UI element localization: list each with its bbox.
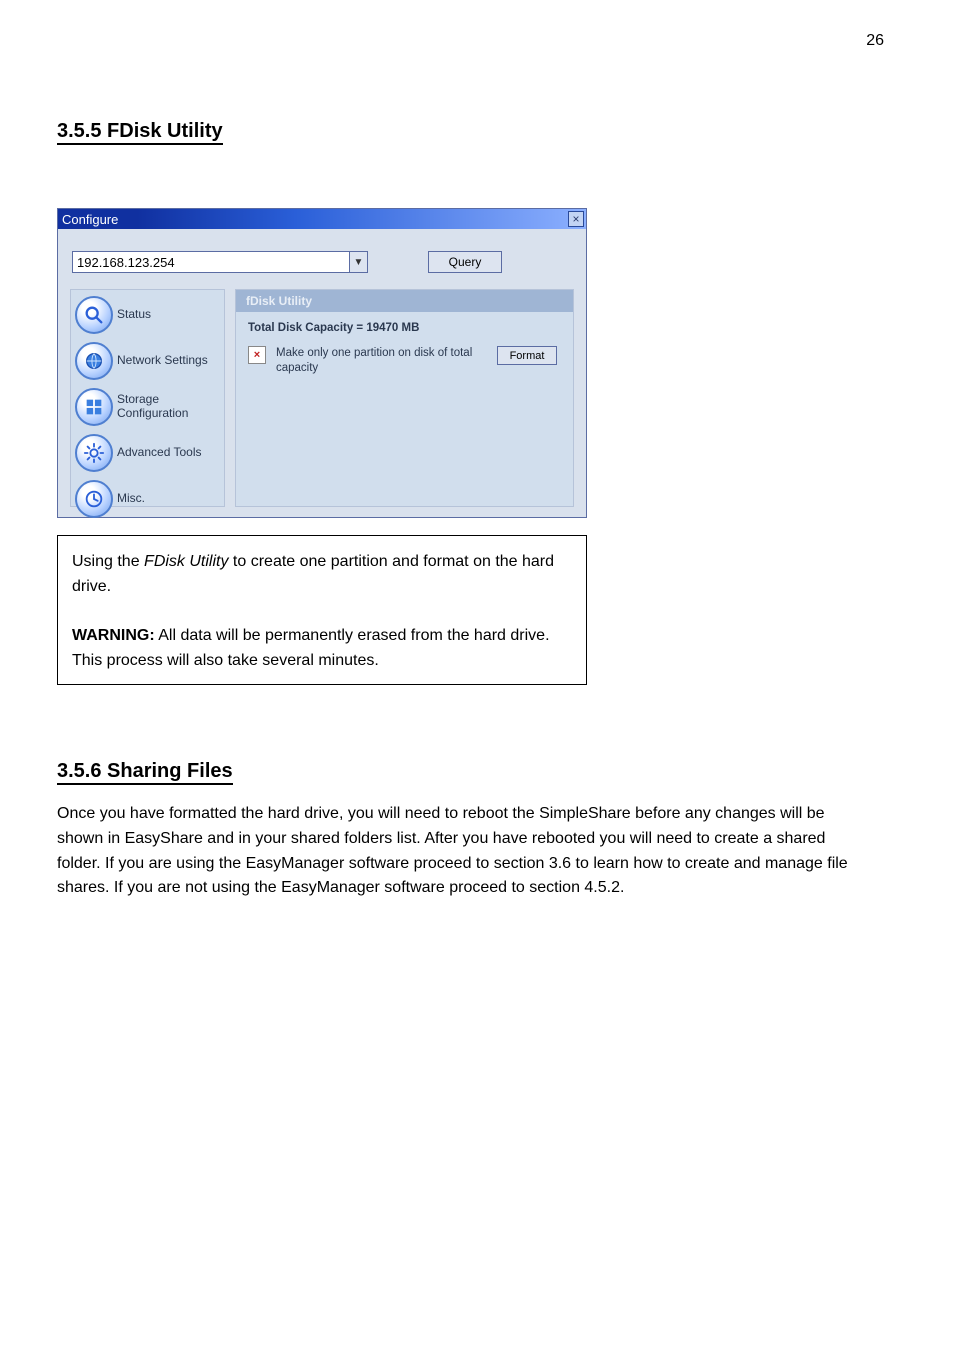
- sidebar-item-label: Status: [117, 308, 151, 322]
- sidebar-item-label: Storage Configuration: [117, 393, 220, 421]
- sidebar-item-label: Misc.: [117, 492, 145, 506]
- sidebar-item-network[interactable]: Network Settings: [75, 342, 220, 380]
- sidebar-item-label: Advanced Tools: [117, 446, 202, 460]
- page-number: 26: [866, 32, 884, 50]
- format-button[interactable]: Format: [497, 346, 557, 365]
- sidebar-item-status[interactable]: Status: [75, 296, 220, 334]
- panel-header: fDisk Utility: [236, 290, 573, 312]
- close-icon[interactable]: ×: [568, 211, 584, 227]
- sidebar-item-storage[interactable]: Storage Configuration: [75, 388, 220, 426]
- capacity-text: Total Disk Capacity = 19470 MB: [248, 322, 561, 334]
- ip-dropdown[interactable]: ▼: [72, 251, 368, 273]
- section-title-fdisk: 3.5.5 FDisk Utility: [57, 120, 223, 143]
- configure-window: Configure × ▼ Query Status Network Setti…: [57, 208, 587, 518]
- sidebar-item-advanced[interactable]: Advanced Tools: [75, 434, 220, 472]
- gear-icon: [75, 434, 113, 472]
- sidebar: Status Network Settings Storage Configur…: [70, 289, 225, 507]
- info-box: Using the FDisk Utility to create one pa…: [57, 535, 587, 685]
- fdisk-panel: fDisk Utility Total Disk Capacity = 1947…: [235, 289, 574, 507]
- window-title: Configure: [62, 212, 118, 227]
- grid-icon: [75, 388, 113, 426]
- broken-image-icon: ×: [248, 346, 266, 364]
- info-line-1: Using the FDisk Utility to create one pa…: [72, 550, 572, 600]
- sidebar-item-label: Network Settings: [117, 354, 208, 368]
- section2-paragraph: Once you have formatted the hard drive, …: [57, 802, 857, 901]
- magnifier-icon: [75, 296, 113, 334]
- window-body: Status Network Settings Storage Configur…: [58, 283, 586, 507]
- partition-text: Make only one partition on disk of total…: [276, 346, 491, 376]
- ip-input[interactable]: [72, 251, 350, 273]
- chevron-down-icon[interactable]: ▼: [350, 251, 368, 273]
- query-button[interactable]: Query: [428, 251, 502, 273]
- info-warning: WARNING: All data will be permanently er…: [72, 624, 572, 674]
- sidebar-item-misc[interactable]: Misc.: [75, 480, 220, 518]
- section-title-sharing: 3.5.6 Sharing Files: [57, 760, 233, 783]
- titlebar: Configure ×: [58, 209, 586, 229]
- panel-body: Total Disk Capacity = 19470 MB × Make on…: [236, 312, 573, 386]
- toolbar: ▼ Query: [58, 229, 586, 283]
- clock-icon: [75, 480, 113, 518]
- globe-icon: [75, 342, 113, 380]
